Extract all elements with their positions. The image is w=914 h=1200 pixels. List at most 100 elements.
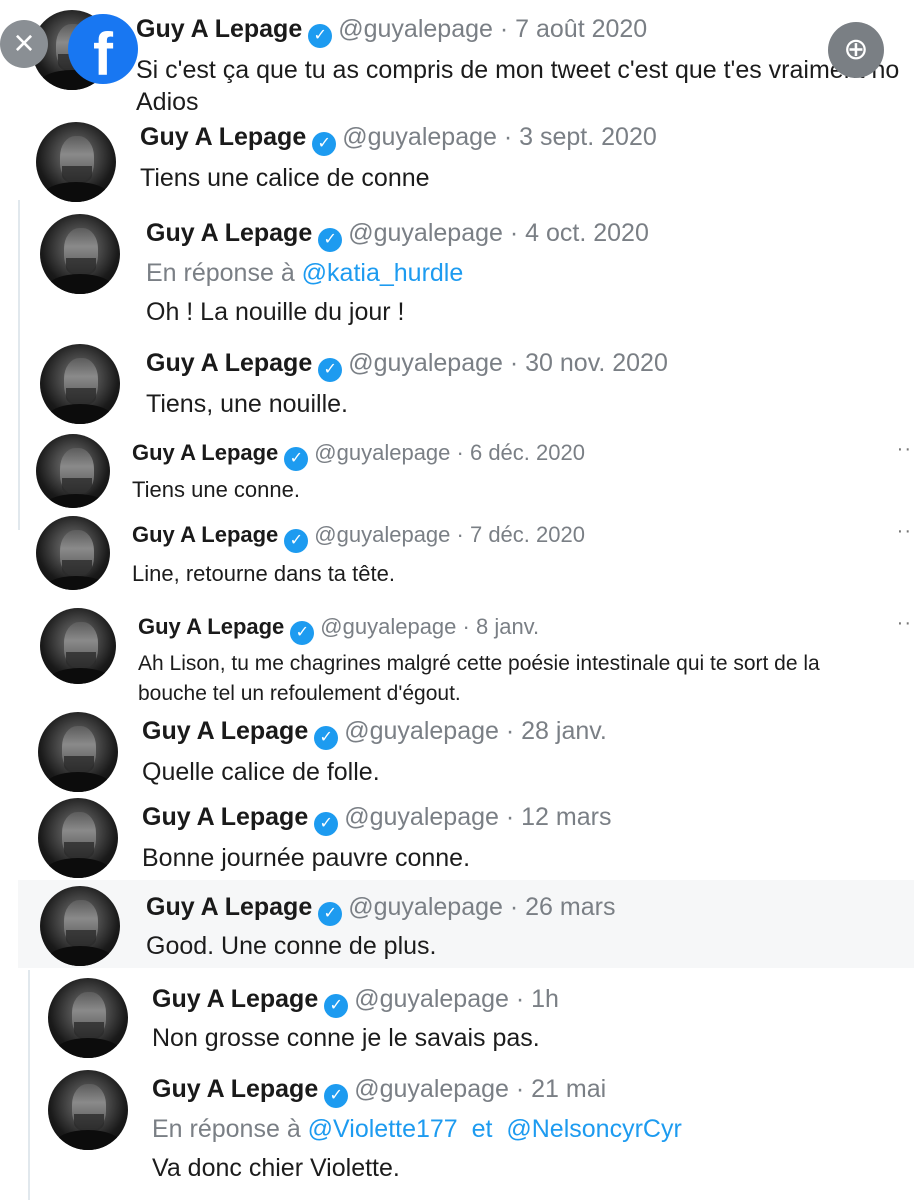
tweet-text: Tiens une calice de conne (140, 164, 430, 192)
verified-badge-icon: ✓ (290, 621, 315, 645)
avatar[interactable] (40, 214, 120, 294)
tweet-header: Guy A Lepage ✓ @guyalepage · 3 sept. 2020 (140, 122, 657, 156)
tweet-header: Guy A Lepage ✓ @guyalepage · 7 août 2020 (136, 14, 647, 48)
author-handle[interactable]: @guyalepage (354, 985, 509, 1013)
tweet-text: Non grosse conne je le savais pas. (152, 1024, 540, 1052)
tweet-date[interactable]: · 26 mars (510, 893, 616, 921)
verified-badge-icon: ✓ (284, 447, 309, 471)
avatar[interactable] (38, 712, 118, 792)
author-handle[interactable]: @guyalepage (338, 15, 493, 43)
avatar[interactable] (36, 516, 110, 590)
avatar[interactable] (48, 978, 128, 1058)
tweet-date[interactable]: · 4 oct. 2020 (510, 219, 649, 247)
tweet-date[interactable]: · 21 mai (516, 1075, 606, 1103)
reply-context: En réponse à @katia_hurdle (146, 258, 463, 288)
avatar[interactable] (36, 122, 116, 202)
author-name[interactable]: Guy A Lepage (136, 15, 302, 43)
tweet-header: Guy A Lepage ✓ @guyalepage · 8 janv. (138, 612, 539, 645)
reply-prefix: En réponse à (152, 1115, 301, 1143)
verified-badge-icon: ✓ (308, 24, 333, 48)
tweet-date[interactable]: · 12 mars (506, 803, 612, 831)
tweet-date[interactable]: · 8 janv. (463, 614, 540, 639)
author-name[interactable]: Guy A Lepage (152, 985, 318, 1013)
tweet-text-line2: Adios (136, 88, 199, 116)
tweet-text: Line, retourne dans ta tête. (132, 561, 395, 586)
author-handle[interactable]: @guyalepage (348, 349, 503, 377)
thread-line (18, 200, 20, 530)
verified-badge-icon: ✓ (312, 132, 337, 156)
tweet-date[interactable]: · 7 août 2020 (500, 15, 647, 43)
tweet-header: Guy A Lepage ✓ @guyalepage · 1h (152, 984, 559, 1018)
avatar[interactable] (48, 1070, 128, 1150)
more-options-icon[interactable]: ·· (897, 520, 912, 543)
tweet-header: Guy A Lepage ✓ @guyalepage · 30 nov. 2020 (146, 348, 668, 382)
author-handle[interactable]: @guyalepage (344, 803, 499, 831)
author-handle[interactable]: @guyalepage (348, 893, 503, 921)
author-name[interactable]: Guy A Lepage (132, 440, 278, 465)
tweet-text: Tiens une conne. (132, 477, 300, 502)
author-name[interactable]: Guy A Lepage (142, 717, 308, 745)
thread-line (28, 970, 30, 1200)
author-handle[interactable]: @guyalepage (344, 717, 499, 745)
avatar[interactable] (38, 798, 118, 878)
author-name[interactable]: Guy A Lepage (142, 803, 308, 831)
author-handle[interactable]: @guyalepage (348, 219, 503, 247)
facebook-logo-icon: f (68, 14, 138, 88)
author-handle[interactable]: @guyalepage (314, 522, 450, 547)
reply-mention-link[interactable]: @katia_hurdle (302, 259, 464, 287)
reply-prefix: En réponse à (146, 259, 295, 287)
avatar[interactable] (40, 886, 120, 966)
tweet-date[interactable]: · 28 janv. (506, 717, 607, 745)
author-name[interactable]: Guy A Lepage (132, 522, 278, 547)
tweet-header: Guy A Lepage ✓ @guyalepage · 6 déc. 2020 (132, 438, 585, 471)
author-name[interactable]: Guy A Lepage (146, 893, 312, 921)
verified-badge-icon: ✓ (324, 1084, 349, 1108)
tweet-header: Guy A Lepage ✓ @guyalepage · 7 déc. 2020 (132, 520, 585, 553)
reply-conjunction: et (471, 1115, 493, 1143)
author-handle[interactable]: @guyalepage (314, 440, 450, 465)
author-name[interactable]: Guy A Lepage (152, 1075, 318, 1103)
author-name[interactable]: Guy A Lepage (146, 219, 312, 247)
tweet-date[interactable]: · 3 sept. 2020 (504, 123, 657, 151)
tweet-header: Guy A Lepage ✓ @guyalepage · 4 oct. 2020 (146, 218, 649, 252)
tweet-text: Ah Lison, tu me chagrines malgré cette p… (138, 652, 820, 675)
more-options-icon[interactable]: ·· (897, 612, 912, 635)
close-icon[interactable]: × (0, 20, 48, 68)
verified-badge-icon: ✓ (318, 902, 343, 926)
tweet-text: Good. Une conne de plus. (146, 932, 437, 960)
tweet-text: Tiens, une nouille. (146, 390, 348, 418)
tweet-text: Oh ! La nouille du jour ! (146, 298, 405, 326)
more-options-icon[interactable]: ·· (897, 438, 912, 461)
tweet-text-line2: bouche tel un refoulement d'égout. (138, 682, 461, 705)
tweet-header: Guy A Lepage ✓ @guyalepage · 28 janv. (142, 716, 607, 750)
avatar[interactable] (40, 344, 120, 424)
tweet-date[interactable]: · 6 déc. 2020 (457, 440, 585, 465)
tweet-header: Guy A Lepage ✓ @guyalepage · 21 mai (152, 1074, 606, 1108)
tweet-text: Va donc chier Violette. (152, 1154, 400, 1182)
tweet-text: Bonne journée pauvre conne. (142, 844, 471, 872)
tweet-text: Si c'est ça que tu as compris de mon twe… (136, 56, 900, 84)
verified-badge-icon: ✓ (284, 529, 309, 553)
tweet-date[interactable]: · 7 déc. 2020 (457, 522, 585, 547)
verified-badge-icon: ✓ (314, 726, 339, 750)
tweet-header: Guy A Lepage ✓ @guyalepage · 12 mars (142, 802, 611, 836)
tweet-header: Guy A Lepage ✓ @guyalepage · 26 mars (146, 892, 615, 926)
author-name[interactable]: Guy A Lepage (146, 349, 312, 377)
author-handle[interactable]: @guyalepage (354, 1075, 509, 1103)
avatar[interactable] (40, 608, 116, 684)
tweet-text: Quelle calice de folle. (142, 758, 380, 786)
avatar[interactable] (36, 434, 110, 508)
author-handle[interactable]: @guyalepage (342, 123, 497, 151)
tweet-date[interactable]: · 30 nov. 2020 (510, 349, 668, 377)
reply-mention-link[interactable]: @Violette177 (308, 1115, 458, 1143)
author-name[interactable]: Guy A Lepage (138, 614, 284, 639)
zoom-icon[interactable]: ⊕ (828, 22, 884, 78)
author-handle[interactable]: @guyalepage (320, 614, 456, 639)
reply-mention-link[interactable]: @NelsoncyrCyr (506, 1115, 681, 1143)
verified-badge-icon: ✓ (324, 994, 349, 1018)
verified-badge-icon: ✓ (318, 358, 343, 382)
verified-badge-icon: ✓ (314, 812, 339, 836)
tweet-date[interactable]: · 1h (516, 985, 559, 1013)
author-name[interactable]: Guy A Lepage (140, 123, 306, 151)
reply-context: En réponse à @Violette177 et @NelsoncyrC… (152, 1114, 682, 1144)
